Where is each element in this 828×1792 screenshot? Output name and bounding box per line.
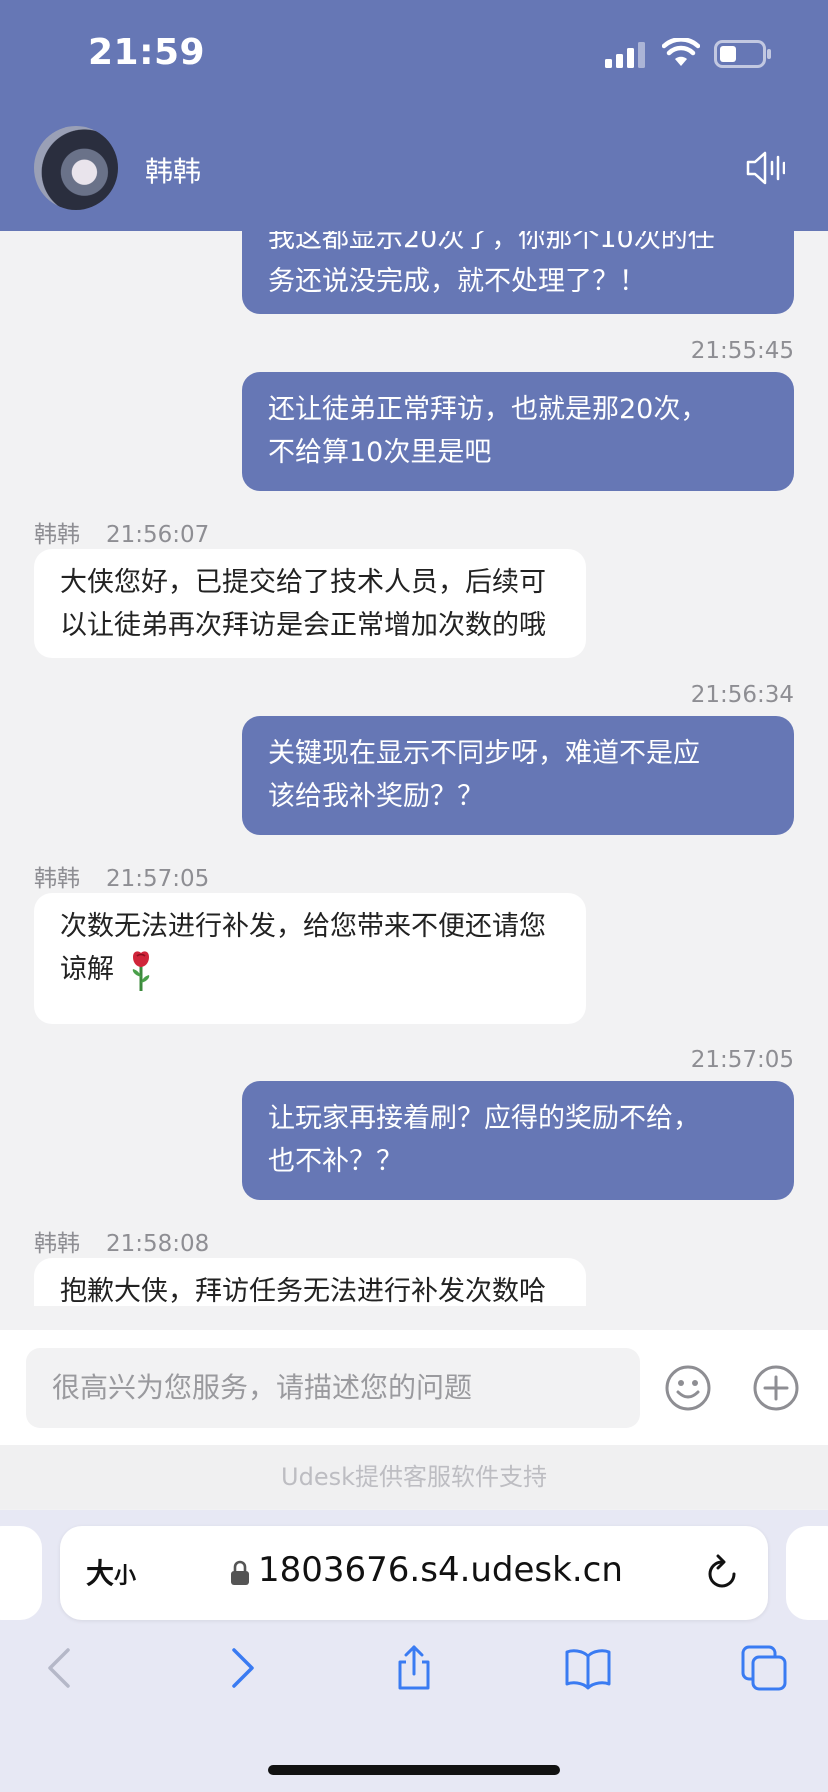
message-line: 不给算10次里是吧 — [268, 437, 492, 468]
smile-icon[interactable] — [664, 1364, 712, 1412]
reload-icon[interactable] — [704, 1554, 740, 1592]
message-bubble-incoming: 次数无法进行补发，给您带来不便还请您 谅解 — [34, 893, 586, 1024]
agent-avatar[interactable] — [34, 126, 118, 210]
message-line: 以让徒弟再次拜访是会正常增加次数的哦 — [60, 610, 546, 641]
lock-icon — [231, 1560, 249, 1585]
message-bubble-outgoing: 关键现在显示不同步呀，难道不是应 该给我补奖励？？ — [242, 716, 794, 835]
text-size-large-label: 大 — [86, 1557, 115, 1590]
status-time: 21:59 — [88, 32, 206, 73]
rose-emoji-icon — [132, 950, 150, 991]
chat-header: 21:59 韩韩 — [0, 0, 828, 231]
message-line: 关键现在显示不同步呀，难道不是应 — [268, 738, 700, 769]
message-bubble-incoming: 大侠您好，已提交给了技术人员，后续可 以让徒弟再次拜访是会正常增加次数的哦 — [34, 549, 586, 658]
plus-circle-icon[interactable] — [752, 1364, 800, 1412]
message-line: 也不补？？ — [268, 1146, 403, 1177]
agent-name: 韩韩 — [145, 155, 202, 188]
tabs-icon[interactable] — [740, 1644, 788, 1692]
message-timestamp: 21:56:34 — [690, 682, 794, 708]
message-line: 次数无法进行补发，给您带来不便还请您 — [60, 911, 546, 942]
sender-name: 韩韩 — [34, 866, 80, 892]
speaker-icon[interactable] — [745, 150, 785, 186]
message-bubble-outgoing: 让玩家再接着刷？应得的奖励不给， 也不补？？ — [242, 1081, 794, 1200]
text-size-button[interactable]: 大小 — [86, 1552, 136, 1592]
browser-toolbar: 大小 1803676.s4.udesk.cn — [0, 1510, 828, 1792]
message-meta: 韩韩 21:56:07 — [34, 515, 209, 549]
message-meta: 韩韩 21:58:08 — [34, 1224, 209, 1258]
chat-message-list[interactable]: 我这都显示20次了，你那个10次的任 务还说没完成，就不处理了？！ 21:55:… — [0, 231, 828, 1306]
book-icon[interactable] — [564, 1644, 612, 1692]
message-timestamp: 21:58:08 — [106, 1231, 210, 1257]
battery-icon — [714, 40, 771, 68]
message-timestamp: 21:57:05 — [690, 1047, 794, 1073]
url-text[interactable]: 1803676.s4.udesk.cn — [258, 1550, 623, 1590]
sender-name: 韩韩 — [34, 522, 80, 548]
chevron-right-icon[interactable] — [216, 1644, 264, 1692]
message-timestamp: 21:56:07 — [106, 522, 210, 548]
message-timestamp: 21:57:05 — [106, 866, 210, 892]
message-input[interactable]: 很高兴为您服务，请描述您的问题 — [26, 1348, 640, 1428]
message-bubble-outgoing: 我这都显示20次了，你那个10次的任 务还说没完成，就不处理了？！ — [242, 231, 794, 314]
message-line: 抱歉大侠，拜访任务无法进行补发次数哈 — [60, 1276, 546, 1306]
text-size-small-label: 小 — [114, 1564, 137, 1589]
wifi-icon — [662, 38, 700, 66]
sender-name: 韩韩 — [34, 1231, 80, 1257]
message-line: 务还说没完成，就不处理了？！ — [268, 266, 646, 297]
powered-by-text: Udesk提供客服软件支持 — [0, 1445, 828, 1509]
share-icon[interactable] — [390, 1644, 438, 1692]
message-timestamp: 21:55:45 — [690, 338, 794, 364]
message-line: 我这都显示20次了，你那个10次的任 — [268, 231, 715, 254]
message-composer: 很高兴为您服务，请描述您的问题 — [0, 1330, 828, 1445]
message-line: 让玩家再接着刷？应得的奖励不给， — [268, 1103, 700, 1134]
message-line: 该给我补奖励？？ — [268, 781, 484, 812]
message-bubble-incoming: 抱歉大侠，拜访任务无法进行补发次数哈 — [34, 1258, 586, 1306]
chevron-left-icon[interactable] — [38, 1644, 86, 1692]
message-meta: 韩韩 21:57:05 — [34, 859, 209, 893]
message-line: 还让徒弟正常拜访，也就是那20次， — [268, 394, 708, 425]
home-indicator[interactable] — [268, 1765, 560, 1775]
message-line: 谅解 — [60, 948, 560, 993]
message-text: 谅解 — [60, 954, 114, 985]
message-bubble-outgoing: 还让徒弟正常拜访，也就是那20次， 不给算10次里是吧 — [242, 372, 794, 491]
previous-tab-peek[interactable] — [0, 1526, 42, 1620]
next-tab-peek[interactable] — [786, 1526, 828, 1620]
message-line: 大侠您好，已提交给了技术人员，后续可 — [60, 567, 546, 598]
address-bar[interactable]: 大小 1803676.s4.udesk.cn — [60, 1526, 768, 1620]
cellular-signal-icon — [605, 42, 645, 68]
